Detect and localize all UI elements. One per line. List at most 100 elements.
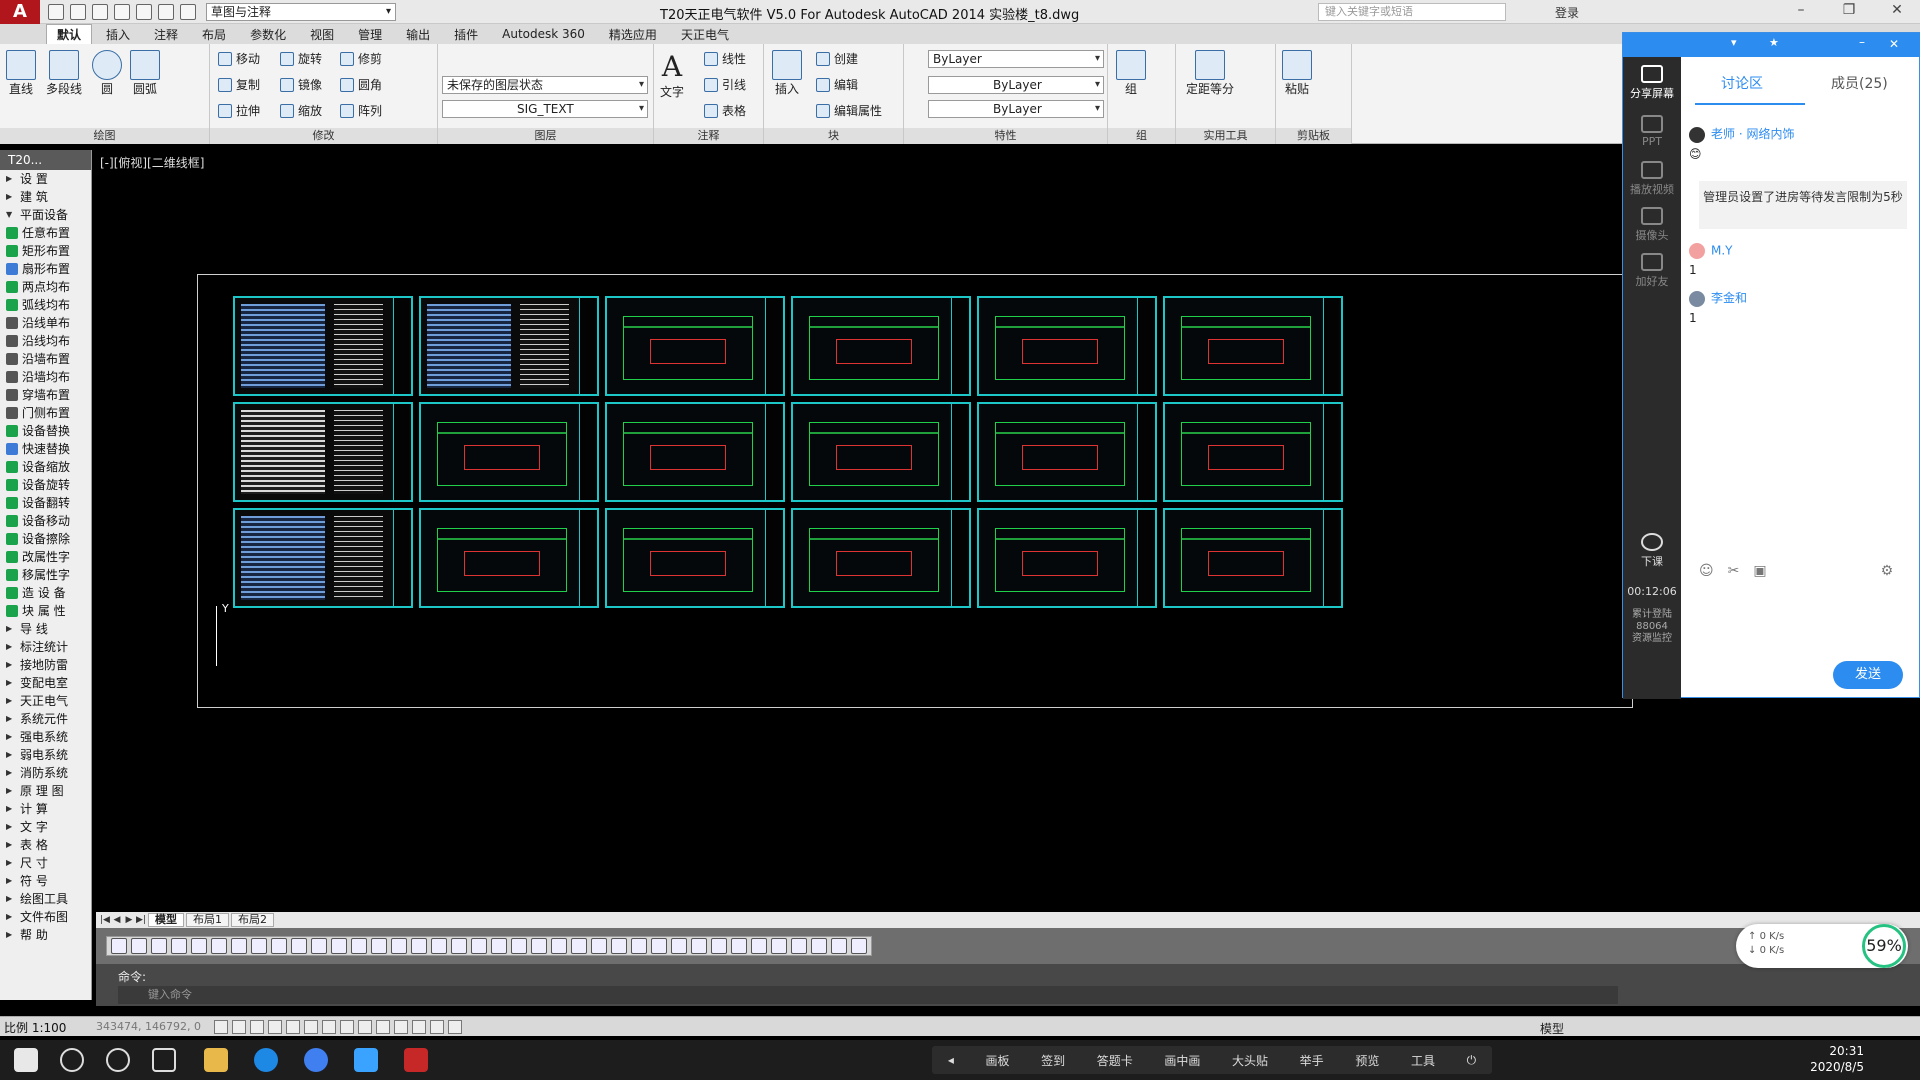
insert-block-tool[interactable]: 插入 [772, 50, 802, 97]
tangent-tool-icon[interactable] [431, 938, 447, 954]
tab-layout1[interactable]: 布局1 [186, 913, 229, 927]
lineweight-dropdown[interactable]: ByLayer [928, 100, 1104, 118]
t20-item[interactable]: ▶ 标注统计 [0, 638, 91, 656]
undo-icon[interactable] [158, 3, 174, 20]
status-toggle-icon[interactable] [250, 1020, 264, 1034]
tab-layout[interactable]: 布局 [192, 25, 236, 44]
t20-item[interactable]: 造 设 备 [0, 584, 91, 602]
chat-minimize-icon[interactable]: – [1859, 35, 1865, 49]
chat-side-item[interactable]: 加好友 [1623, 253, 1681, 289]
tangent-tool-icon[interactable] [531, 938, 547, 954]
tangent-tool-icon[interactable] [471, 938, 487, 954]
avatar[interactable] [1689, 290, 1705, 307]
rotate-tool[interactable]: 旋转 [280, 50, 322, 67]
tangent-tool-icon[interactable] [511, 938, 527, 954]
drawing-sheet[interactable] [419, 402, 599, 502]
new-file-icon[interactable] [48, 3, 64, 20]
create-block-tool[interactable]: 创建 [816, 50, 858, 67]
t20-item[interactable]: ▶ 天正电气 [0, 692, 91, 710]
next-tab-icon[interactable]: ▶ [124, 915, 134, 925]
photo-sticker-button[interactable]: 大头贴 [1232, 1052, 1268, 1069]
linear-dim-tool[interactable]: 线性 [704, 50, 746, 67]
chat-close-icon[interactable]: ✕ [1889, 37, 1899, 51]
status-toggle-icon[interactable] [286, 1020, 300, 1034]
tangent-tool-icon[interactable] [611, 938, 627, 954]
group-tool[interactable]: 组 [1116, 50, 1146, 97]
panel-annotation-title[interactable]: 注释 [654, 128, 763, 144]
t20-item[interactable]: 两点均布 [0, 278, 91, 296]
prev-tab-icon[interactable]: ◀ [112, 915, 122, 925]
t20-item[interactable]: 沿墙布置 [0, 350, 91, 368]
scale-dropdown[interactable]: 比例 1:100 [4, 1019, 66, 1036]
line-tool[interactable]: 直线 [6, 50, 36, 97]
measure-tool[interactable]: 定距等分 [1186, 50, 1234, 97]
t20-item[interactable]: ▶ 符 号 [0, 872, 91, 890]
color-dropdown[interactable]: ByLayer [928, 50, 1104, 68]
restore-icon[interactable]: ❐ [1834, 2, 1864, 22]
save-as-icon[interactable] [114, 3, 130, 20]
edit-block-tool[interactable]: 编辑 [816, 76, 858, 93]
cortana-icon[interactable] [106, 1048, 130, 1072]
tab-default[interactable]: 默认 [46, 24, 93, 44]
t20-item[interactable]: 沿线均布 [0, 332, 91, 350]
status-toggle-icon[interactable] [268, 1020, 282, 1034]
drawing-sheet[interactable] [605, 296, 785, 396]
tangent-tool-icon[interactable] [371, 938, 387, 954]
tab-insert[interactable]: 插入 [96, 25, 140, 44]
t20-item[interactable]: 沿墙均布 [0, 368, 91, 386]
help-search-input[interactable]: 键入关键字或短语 [1318, 3, 1506, 21]
drawing-sheet[interactable] [1163, 296, 1343, 396]
send-button[interactable]: 发送 [1833, 661, 1903, 689]
panel-clipboard-title[interactable]: 剪贴板 [1276, 128, 1351, 144]
tangent-tool-icon[interactable] [211, 938, 227, 954]
first-tab-icon[interactable]: |◀ [100, 915, 110, 925]
end-class-button[interactable]: 下课 [1623, 533, 1681, 569]
network-speed-widget[interactable]: ↑ 0 K/s ↓ 0 K/s 59% [1736, 924, 1908, 968]
t20-item[interactable]: 弧线均布 [0, 296, 91, 314]
t20-item[interactable]: ▶ 表 格 [0, 836, 91, 854]
chat-side-item[interactable]: PPT [1623, 115, 1681, 148]
panel-group-title[interactable]: 组 [1108, 128, 1175, 144]
move-tool[interactable]: 移动 [218, 50, 260, 67]
tangent-tool-icon[interactable] [311, 938, 327, 954]
tangent-tool-icon[interactable] [111, 938, 127, 954]
t20-item[interactable]: 设备移动 [0, 512, 91, 530]
drawing-sheet[interactable] [977, 296, 1157, 396]
status-toggle-icon[interactable] [214, 1020, 228, 1034]
t20-item[interactable]: 移属性字 [0, 566, 91, 584]
tangent-tool-icon[interactable] [231, 938, 247, 954]
tangent-tool-icon[interactable] [671, 938, 687, 954]
tangent-tool-icon[interactable] [451, 938, 467, 954]
task-view-icon[interactable] [152, 1048, 176, 1072]
tangent-tool-icon[interactable] [351, 938, 367, 954]
tab-members[interactable]: 成员(25) [1831, 73, 1888, 93]
tangent-tool-icon[interactable] [291, 938, 307, 954]
leader-tool[interactable]: 引线 [704, 76, 746, 93]
tangent-tool-icon[interactable] [791, 938, 807, 954]
t20-item[interactable]: 沿线单布 [0, 314, 91, 332]
power-icon[interactable]: ⏻ [1467, 1053, 1477, 1068]
tab-plugins[interactable]: 插件 [444, 25, 488, 44]
tangent-tool-icon[interactable] [711, 938, 727, 954]
app-l-icon[interactable] [304, 1048, 328, 1072]
viewport-controls-label[interactable]: [-][俯视][二维线框] [100, 154, 204, 171]
t20-item[interactable]: ▶ 强电系统 [0, 728, 91, 746]
layer-state-dropdown[interactable]: 未保存的图层状态 [442, 76, 648, 94]
panel-properties-title[interactable]: 特性 [904, 128, 1107, 144]
tangent-tool-icon[interactable] [151, 938, 167, 954]
drawing-sheet[interactable] [233, 508, 413, 608]
t20-item[interactable]: ▶ 弱电系统 [0, 746, 91, 764]
t20-item[interactable]: ▼ 平面设备 [0, 206, 91, 224]
tools-button[interactable]: 工具 [1411, 1052, 1435, 1069]
drawing-sheet[interactable] [977, 508, 1157, 608]
t20-item[interactable]: 设备旋转 [0, 476, 91, 494]
tangent-tool-icon[interactable] [731, 938, 747, 954]
tangent-tool-icon[interactable] [751, 938, 767, 954]
current-layer-dropdown[interactable]: SIG_TEXT [442, 100, 648, 118]
t20-item[interactable]: ▶ 绘图工具 [0, 890, 91, 908]
open-file-icon[interactable] [70, 3, 86, 20]
emoji-icon[interactable]: ☺ [1699, 563, 1714, 579]
polyline-tool[interactable]: 多段线 [46, 50, 82, 97]
t20-item[interactable]: ▶ 文 字 [0, 818, 91, 836]
tangent-tool-icon[interactable] [411, 938, 427, 954]
